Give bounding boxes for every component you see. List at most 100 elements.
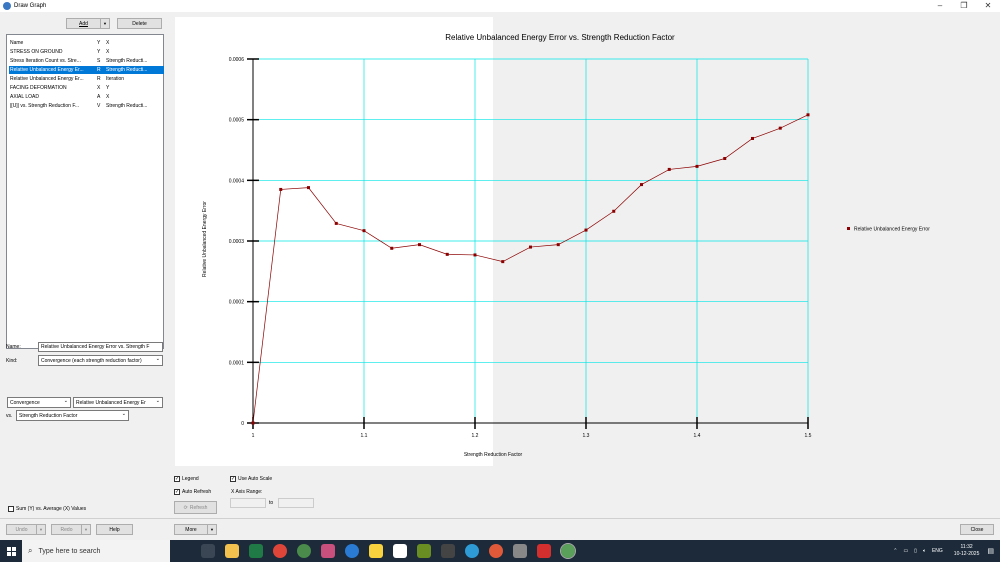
list-item[interactable]: FACING DEFORMATION X Y [9, 84, 164, 92]
excel-icon[interactable] [249, 544, 263, 558]
notification-icon[interactable]: ▤ [987, 547, 994, 555]
clock-date: 10-12-2025 [953, 551, 980, 557]
edge-icon[interactable] [345, 544, 359, 558]
row-x: Strength Reducti... [106, 58, 148, 64]
data-point [307, 186, 310, 190]
file-explorer-icon[interactable] [225, 544, 239, 558]
start-button[interactable] [0, 540, 22, 562]
network-icon[interactable]: ▭ [903, 548, 908, 554]
x-tick-label: 1.4 [694, 433, 701, 439]
battery-icon[interactable]: ▯ [914, 548, 917, 554]
data-point [418, 243, 421, 247]
more-button[interactable]: More ▼ [174, 524, 217, 535]
app-icon [3, 2, 11, 10]
list-item[interactable]: Relative Unbalanced Energy Er... R Strengt… [9, 66, 164, 74]
y-tick-label: 0.0001 [229, 360, 245, 366]
chevron-down-icon[interactable]: ▼ [100, 19, 109, 28]
clock[interactable]: 11:32 10-12-2025 [954, 544, 980, 558]
list-item[interactable]: STRESS ON GROUND Y X [9, 48, 164, 56]
search-placeholder: Type here to search [38, 547, 101, 555]
graph-list[interactable]: Name Y X STRESS ON GROUND Y X Stress Iterat… [6, 34, 164, 349]
x-range-max-field[interactable] [278, 498, 314, 508]
list-item[interactable]: AXIAL LOAD A X [9, 93, 164, 101]
x-quantity-select[interactable]: Strength Reduction Factor ⌄ [16, 410, 129, 421]
y-axis-label: Relative Unbalanced Energy Error [202, 201, 208, 277]
edge-icon[interactable] [465, 544, 479, 558]
list-item[interactable]: Relative Unbalanced Energy Er... R Iterati… [9, 75, 164, 83]
y-kind-select[interactable]: Convergence ⌄ [7, 397, 71, 408]
y-quantity-select[interactable]: Relative Unbalanced Energy Er ⌄ [73, 397, 163, 408]
refresh-button[interactable]: ⟳ Refresh [174, 501, 217, 514]
chevron-down-icon[interactable]: ▼ [81, 525, 90, 534]
row-y: X [97, 85, 101, 91]
document-icon[interactable] [393, 544, 407, 558]
sum-average-checkbox[interactable]: Sum (Y) vs. Average (X) Values [8, 506, 86, 512]
list-item[interactable]: Stress Iteration Count vs. Stre... S Stren… [9, 57, 164, 65]
auto-refresh-checkbox[interactable]: ✓ Auto Refresh [174, 489, 211, 495]
x-range-min-field[interactable] [230, 498, 266, 508]
photos-icon[interactable] [441, 544, 455, 558]
app-icon[interactable] [297, 544, 311, 558]
chrome-icon[interactable] [489, 544, 503, 558]
minimize-icon[interactable]: – [928, 0, 952, 12]
chevron-down-icon[interactable]: ▼ [36, 525, 45, 534]
checkbox-box[interactable]: ✓ [230, 476, 236, 482]
y-tick-label: 0.0002 [229, 300, 245, 306]
app-icon[interactable] [417, 544, 431, 558]
help-button[interactable]: Help [96, 524, 133, 535]
legend-marker [847, 227, 850, 230]
auto-scale-label: Use Auto Scale [238, 476, 273, 482]
chevron-down-icon[interactable]: ▼ [207, 525, 216, 534]
legend-checkbox[interactable]: ✓ Legend [174, 476, 199, 482]
restore-icon[interactable]: ❐ [952, 0, 976, 12]
sticky-notes-icon[interactable] [369, 544, 383, 558]
header-y[interactable]: Y [97, 40, 106, 46]
redo-label: Redo [60, 526, 73, 533]
header-name[interactable]: Name [9, 40, 97, 46]
checkbox-box[interactable]: ✓ [174, 476, 180, 482]
acrobat-icon[interactable] [537, 544, 551, 558]
header-x[interactable]: X [106, 40, 162, 46]
x-quantity-value: Strength Reduction Factor [19, 412, 78, 419]
settings-icon[interactable] [513, 544, 527, 558]
volume-icon[interactable]: 🔈︎ [923, 548, 926, 554]
taskbar-search[interactable]: ⌕ Type here to search [22, 540, 170, 562]
add-button[interactable]: Add ▼ [66, 18, 110, 29]
data-point [640, 183, 643, 187]
windows-icon [6, 546, 16, 556]
app-icon[interactable] [560, 543, 576, 559]
kind-label: Kind: [6, 358, 18, 364]
chevron-down-icon: ⌄ [155, 356, 160, 362]
data-point [612, 209, 616, 213]
checkbox-box[interactable]: ✓ [174, 489, 180, 495]
chart-grid [252, 58, 809, 424]
row-y: R [97, 76, 101, 82]
undo-label: Undo [15, 526, 28, 533]
language-indicator[interactable]: ENG [932, 548, 943, 554]
kind-select[interactable]: Convergence (each strength reduction fac… [38, 355, 163, 366]
delete-button[interactable]: Delete [117, 18, 162, 29]
x-range-label: X Axis Range: [231, 489, 263, 495]
close-icon[interactable]: ✕ [976, 0, 1000, 12]
chart-axes: 1 1.1 1.2 1.3 1.4 1.5 0 0.0001 0.0002 0.0003 0.000… [229, 57, 812, 439]
row-y: Y [97, 49, 101, 55]
undo-button[interactable]: Undo ▼ [6, 524, 46, 535]
redo-button[interactable]: Redo ▼ [51, 524, 91, 535]
paint-icon[interactable] [321, 544, 335, 558]
list-item[interactable]: |[U]| vs. Strength Reduction F... V Streng… [9, 102, 164, 110]
row-name: STRESS ON GROUND [10, 49, 63, 55]
chevron-up-icon[interactable]: ⌃ [893, 548, 897, 554]
close-button[interactable]: Close [960, 524, 994, 535]
row-x: Iteration [106, 76, 125, 82]
auto-scale-checkbox[interactable]: ✓ Use Auto Scale [230, 476, 272, 482]
data-point [778, 126, 782, 130]
chrome-icon[interactable] [273, 544, 287, 558]
row-y: A [97, 94, 101, 100]
checkbox-box[interactable] [8, 506, 14, 512]
data-point [390, 246, 394, 250]
chart-legend: Relative Unbalanced Energy Error [847, 227, 930, 233]
row-x: X [106, 49, 110, 55]
taskbar: ⌕ Type here to search ⌃ ▭ ▯ 🔈︎ ENG 11:32… [0, 540, 1000, 562]
task-view-icon[interactable] [201, 544, 215, 558]
name-field[interactable]: Relative Unbalanced Energy Error vs. Str… [38, 342, 163, 352]
